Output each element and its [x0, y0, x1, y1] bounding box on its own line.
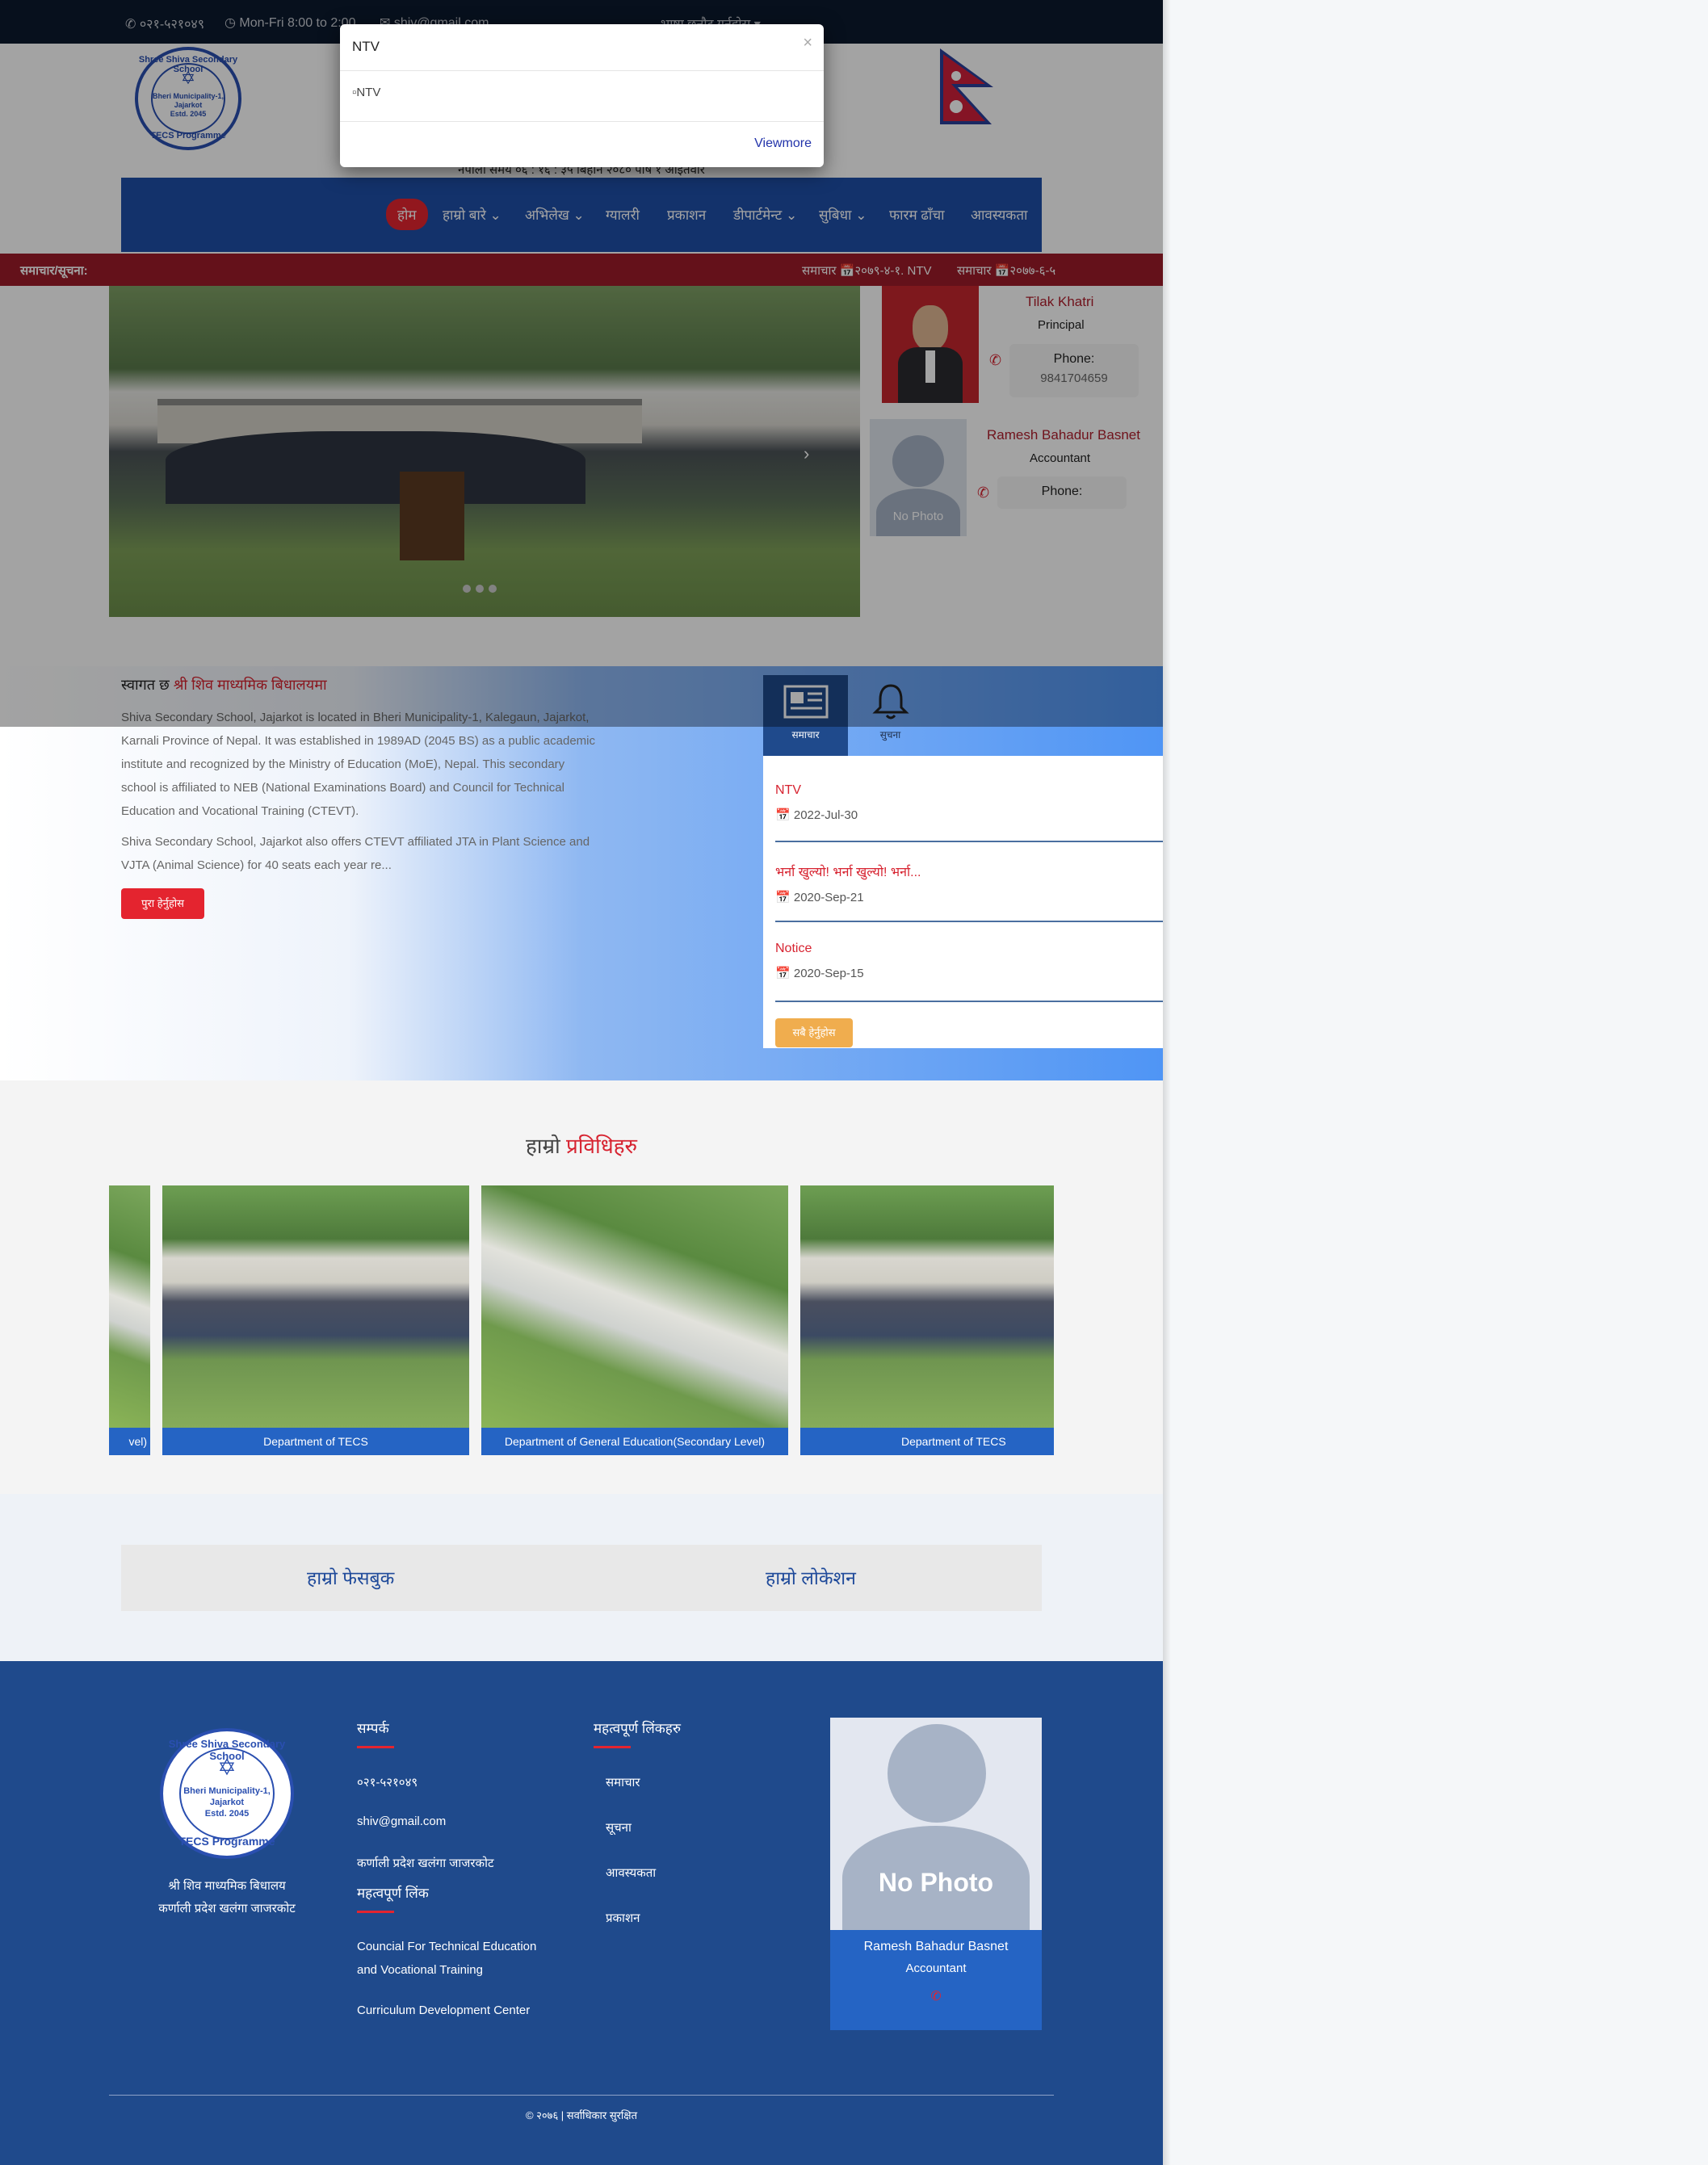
modal-image: ▫NTV	[352, 86, 380, 99]
calendar-icon: 📅	[775, 967, 791, 980]
footer-links-heading: महत्वपूर्ण लिंक	[357, 1886, 429, 1901]
welcome-paragraph: Shiva Secondary School, Jajarkot also of…	[121, 835, 590, 872]
heading-underline	[357, 1746, 394, 1748]
heading-underline	[594, 1746, 631, 1748]
footer-link-cdc[interactable]: Curriculum Development Center	[357, 2003, 530, 2017]
footer-email[interactable]: shiv@gmail.com	[357, 1815, 446, 1828]
faculty-title-a: हाम्रो	[525, 1134, 566, 1158]
view-all-news-button[interactable]: सबै हेर्नुहोस	[775, 1018, 853, 1047]
footer-staff-name: Ramesh Bahadur Basnet	[863, 1940, 1009, 1953]
faculty-card[interactable]: vel)	[109, 1185, 150, 1455]
copyright: © २०७६ | सर्वाधिकार सुरक्षित	[525, 2109, 638, 2121]
news-item[interactable]: NTV 📅 2022-Jul-30	[775, 783, 1163, 822]
faculty-title-b: प्रविधिहरु	[565, 1134, 638, 1158]
facebook-heading: हाम्रो फेसबुक	[307, 1567, 395, 1588]
footer-school-address: कर्णाली प्रदेश खलंगा जाजरकोट	[158, 1902, 296, 1915]
footer-link-ctevt[interactable]: Councial For Technical Education	[357, 1940, 536, 1953]
page: ✆ ०२१-५२१०४९ ◷ Mon-Fri 8:00 to 2:00 ✉ sh…	[0, 0, 1163, 2165]
modal-title: NTV	[352, 39, 380, 54]
footer-important-heading: महत्वपूर्ण लिंकहरु	[594, 1721, 681, 1736]
footer-link-publication[interactable]: प्रकाशन	[606, 1910, 640, 1926]
faculty-card-image	[162, 1185, 469, 1428]
logo-ring-bottom: TECS Programme	[178, 1835, 275, 1848]
footer-link-news[interactable]: समाचार	[606, 1774, 640, 1790]
modal-header: NTV ×	[340, 24, 824, 71]
faculty-card[interactable]: Department of General Education(Secondar…	[481, 1185, 788, 1455]
tab-news-label: समाचार	[791, 729, 820, 741]
footer-address: कर्णाली प्रदेश खलंगा जाजरकोट	[357, 1857, 494, 1870]
faculty-card-caption: Department of TECS	[800, 1428, 1054, 1455]
faculty-card-caption: vel)	[109, 1428, 150, 1455]
faculty-card-caption: Department of TECS	[162, 1428, 469, 1455]
faculty-card-image	[481, 1185, 788, 1428]
faculty-card[interactable]: Department of TECS	[162, 1185, 469, 1455]
star-of-david-icon: ✡	[217, 1755, 237, 1780]
ntv-modal: NTV × ▫NTV Viewmore	[340, 24, 824, 167]
news-title[interactable]: भर्ना खुल्यो! भर्ना खुल्यो! भर्ना...	[775, 862, 1163, 880]
phone-icon: ✆	[930, 1990, 942, 2003]
footer-logo: Shree Shiva Secondary School ✡ Bheri Mun…	[160, 1728, 294, 1859]
tab-notice-label: सुचना	[879, 729, 901, 741]
logo-center-2: Jajarkot	[209, 1798, 245, 1807]
news-item[interactable]: Notice 📅 2020-Sep-15	[775, 942, 1163, 980]
news-title[interactable]: Notice	[775, 942, 1163, 956]
news-title[interactable]: NTV	[775, 783, 1163, 798]
news-divider	[775, 921, 1163, 922]
read-more-button[interactable]: पुरा हेर्नुहोस	[121, 888, 204, 919]
footer-phone[interactable]: ०२१-५२१०४९	[357, 1774, 418, 1790]
footer-link-ctevt-2[interactable]: and Vocational Training	[357, 1963, 483, 1977]
calendar-icon: 📅	[775, 891, 791, 904]
news-date: 2022-Jul-30	[793, 808, 858, 822]
faculty-card-image	[109, 1185, 150, 1428]
location-heading: हाम्रो लोकेशन	[766, 1567, 856, 1588]
heading-underline	[357, 1911, 394, 1913]
news-date: 2020-Sep-21	[793, 891, 864, 904]
news-divider	[775, 1001, 1163, 1002]
news-date: 2020-Sep-15	[793, 967, 864, 980]
calendar-icon: 📅	[775, 808, 791, 822]
faculty-card-caption: Department of General Education(Secondar…	[481, 1428, 788, 1455]
footer-contact-heading: सम्पर्क	[357, 1721, 389, 1736]
close-icon[interactable]: ×	[803, 34, 812, 52]
logo-center-3: Estd. 2045	[204, 1809, 250, 1819]
footer-link-notice[interactable]: सूचना	[606, 1819, 632, 1836]
page-edge-shadow	[1163, 0, 1171, 2165]
no-photo-label: No Photo	[878, 1868, 994, 1897]
news-divider	[775, 841, 1163, 842]
news-panel: NTV 📅 2022-Jul-30 भर्ना खुल्यो! भर्ना खु…	[763, 756, 1163, 1048]
footer-staff-role: Accountant	[905, 1962, 967, 1975]
modal-footer: Viewmore	[340, 121, 824, 167]
staff-photo-placeholder: No Photo	[830, 1718, 1042, 1930]
faculty-card-image	[800, 1185, 1054, 1428]
logo-center-1: Bheri Municipality-1,	[183, 1786, 271, 1796]
faculty-title: हाम्रो प्रविधिहरु	[0, 1131, 1163, 1160]
footer-divider	[109, 2095, 1054, 2096]
footer-staff-card: No Photo Ramesh Bahadur Basnet Accountan…	[830, 1718, 1042, 2030]
viewmore-link[interactable]: Viewmore	[754, 136, 812, 151]
faculty-card[interactable]: Department of TECS	[800, 1185, 1054, 1455]
modal-image-alt: NTV	[356, 86, 381, 99]
news-item[interactable]: भर्ना खुल्यो! भर्ना खुल्यो! भर्ना... 📅 2…	[775, 862, 1163, 904]
footer-link-vacancy[interactable]: आवस्यकता	[606, 1865, 656, 1881]
social-box: हाम्रो फेसबुक हाम्रो लोकेशन	[121, 1545, 1042, 1611]
